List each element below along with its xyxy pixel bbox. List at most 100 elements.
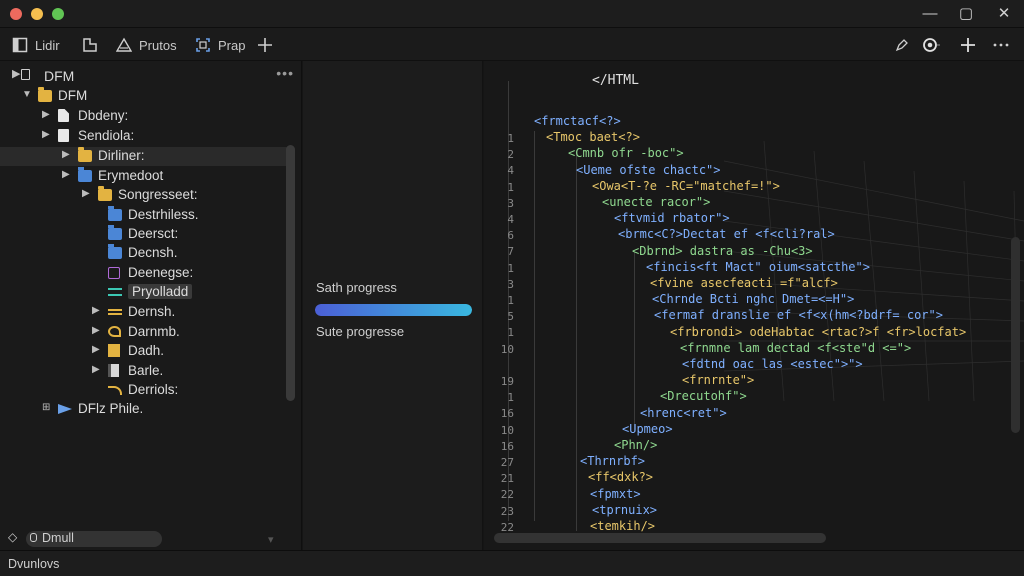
code-line[interactable]: <unecte racor"> <box>602 195 710 209</box>
progress-panel: Sath progress Sute progresse <box>303 61 483 550</box>
tree-caret-icon[interactable]: ▶ <box>92 325 102 336</box>
file-icon <box>21 69 30 80</box>
toolbar-prap-button[interactable]: Prap <box>195 34 245 56</box>
line-number: 23 <box>500 504 514 518</box>
sidebar-bottom-bar: ◇ Dmull ▾ <box>0 529 302 550</box>
tree-caret-icon[interactable]: ⊞ <box>42 402 52 413</box>
code-line[interactable]: <tprnuix> <box>592 503 657 517</box>
sidebar-collapse-icon[interactable]: ▶ <box>12 67 20 80</box>
tree-caret-icon[interactable]: ▶ <box>92 305 102 316</box>
code-line[interactable]: <fdtnd oac las <estec">"> <box>682 357 863 371</box>
tree-item[interactable]: ▶ Dernsh. <box>0 303 290 322</box>
code-line[interactable]: <frnmne lam dectad <f<ste"d <="> <box>680 341 911 355</box>
code-line[interactable]: <fermaf dranslie ef <f<x(hm<?bdrf= cor"> <box>654 308 943 322</box>
line-number: 27 <box>500 456 514 469</box>
tree-caret-icon[interactable]: ▶ <box>42 129 52 140</box>
diamond-icon[interactable]: ◇ <box>8 530 17 544</box>
tree-item[interactable]: ▶ Darnmb. <box>0 323 290 342</box>
tree-caret-icon[interactable]: ▶ <box>62 169 72 180</box>
line-number: 4 <box>507 164 514 178</box>
tree-item[interactable]: ▶ Dadh. <box>0 342 290 361</box>
sidebar-bottom-label: Dmull <box>42 531 74 545</box>
line-number: 2 <box>507 148 514 162</box>
code-line[interactable]: <hrenc<ret"> <box>640 406 727 420</box>
line-number: 10 <box>500 423 514 437</box>
code-line[interactable]: <Ueme ofste chactc"> <box>576 163 721 177</box>
tree-caret-icon[interactable]: ▶ <box>92 344 102 355</box>
tree-item[interactable]: ▶ Songresseet: <box>0 186 290 205</box>
more-icon[interactable] <box>990 34 1012 56</box>
code-line[interactable]: <Tmoc baet<?> <box>546 130 640 144</box>
frame-icon <box>195 37 211 53</box>
code-line[interactable]: <Dbrnd> dastra as -Chu<3> <box>632 244 813 258</box>
record-icon[interactable] <box>920 34 942 56</box>
tree-item-label: Dadh. <box>128 343 165 358</box>
minimize-dot[interactable] <box>31 8 43 20</box>
progress-label-2: Sute progresse <box>316 324 405 339</box>
tree-item[interactable]: Destrhiless. <box>0 206 290 225</box>
code-line[interactable]: <fvine asecfeacti =f"alcf> <box>650 276 838 290</box>
code-line[interactable]: <brmc<C?>Dectat ef <f<cli?ral> <box>618 227 835 241</box>
code-line[interactable]: <frbrondi> odeHabtac <rtac?>f <fr>locfat… <box>670 325 966 339</box>
pin-icon[interactable]: ▾ <box>268 533 274 546</box>
split-pane-icon <box>12 37 28 53</box>
code-line[interactable]: <fpmxt> <box>590 487 641 501</box>
close-icon[interactable]: ✕ <box>992 4 1016 24</box>
code-line[interactable]: <Phn/> <box>614 438 657 452</box>
tree-item-label: Sendiola: <box>78 128 135 143</box>
code-line[interactable]: <Thrnrbf> <box>580 454 645 468</box>
tree-item[interactable]: Derriols: <box>0 381 290 400</box>
tree-item-label: DFM <box>58 88 88 103</box>
tree-item[interactable]: ▶ Erymedoot <box>0 167 290 186</box>
editor-title: </HTML <box>592 73 639 88</box>
tree-caret-icon[interactable]: ▶ <box>92 364 102 375</box>
tree-caret-icon[interactable]: ▶ <box>82 188 92 199</box>
tree-item-label: Dernsh. <box>128 304 176 319</box>
pen-icon[interactable] <box>891 34 913 56</box>
toolbar-add-button[interactable] <box>257 34 273 56</box>
sidebar-more-icon[interactable]: ••• <box>276 65 294 81</box>
code-line[interactable]: <Upmeo> <box>622 422 673 436</box>
editor-vertical-scrollbar[interactable] <box>1011 237 1020 433</box>
tree-item[interactable]: ▶ Barle. <box>0 362 290 381</box>
code-line[interactable]: <Owa<T-?e -RC="matchef=!"> <box>592 179 780 193</box>
tree-item-label: Darnmb. <box>128 324 180 339</box>
code-line[interactable]: <frmctacf<?> <box>534 114 621 128</box>
code-line[interactable]: <Drecutohf"> <box>660 389 747 403</box>
zoom-dot[interactable] <box>52 8 64 20</box>
minimize-icon[interactable]: — <box>918 4 942 24</box>
tree-item[interactable]: Decnsh. <box>0 244 290 263</box>
tree-item[interactable]: ▼ DFM <box>0 87 290 106</box>
code-line[interactable]: <Chrnde Bcti nghc Dmet=<=H"> <box>652 292 854 306</box>
code-line[interactable]: <frnrnte"> <box>682 373 754 387</box>
code-line[interactable]: <ff<dxk?> <box>588 470 653 484</box>
tree-item[interactable]: ⊞ DFlz Phile. <box>0 400 290 419</box>
sidebar-scrollbar[interactable] <box>286 145 295 401</box>
tree-caret-icon[interactable]: ▼ <box>22 89 32 100</box>
tree-caret-icon[interactable]: ▶ <box>62 149 72 160</box>
toolbar-prutos-button[interactable]: Prutos <box>115 34 177 56</box>
toolbar-layers-button[interactable] <box>82 34 98 56</box>
tree-item-label: Barle. <box>128 363 164 378</box>
plus-icon <box>257 37 273 53</box>
indent-guide <box>534 131 535 521</box>
tree-item[interactable]: Deersct: <box>0 225 290 244</box>
add-icon[interactable] <box>957 34 979 56</box>
code-line[interactable]: <ftvmid rbator"> <box>614 211 730 225</box>
tree-item[interactable]: Deenegse: <box>0 264 290 283</box>
code-line[interactable]: <fincis<ft Mact" oium<satcthe"> <box>646 260 870 274</box>
editor-horizontal-scrollbar[interactable] <box>494 533 826 543</box>
maximize-icon[interactable]: ▢ <box>954 4 978 24</box>
code-line[interactable]: <temkih/> <box>590 519 655 533</box>
code-line[interactable]: <Cmnb ofr -boc"> <box>568 146 684 160</box>
tree-item[interactable]: ▶ Dirliner: <box>0 147 290 166</box>
tree-caret-icon[interactable]: ▶ <box>42 109 52 120</box>
tree-item-label: Pryolladd <box>128 284 193 299</box>
tree-item[interactable]: ▶ Dbdeny: <box>0 107 290 126</box>
toolbar-lidir-button[interactable]: Lidir <box>12 34 60 56</box>
code-editor[interactable]: </HTML 1 2 4 1 3 4 6 7 1 3 1 5 1 10 19 1 16 10 16 27 21 22 23 2… <box>484 61 1024 550</box>
tree-item[interactable]: ▶ Sendiola: <box>0 127 290 146</box>
tree-item[interactable]: Pryolladd <box>0 283 290 302</box>
close-dot[interactable] <box>10 8 22 20</box>
tree-item-label: Destrhiless. <box>128 207 199 222</box>
